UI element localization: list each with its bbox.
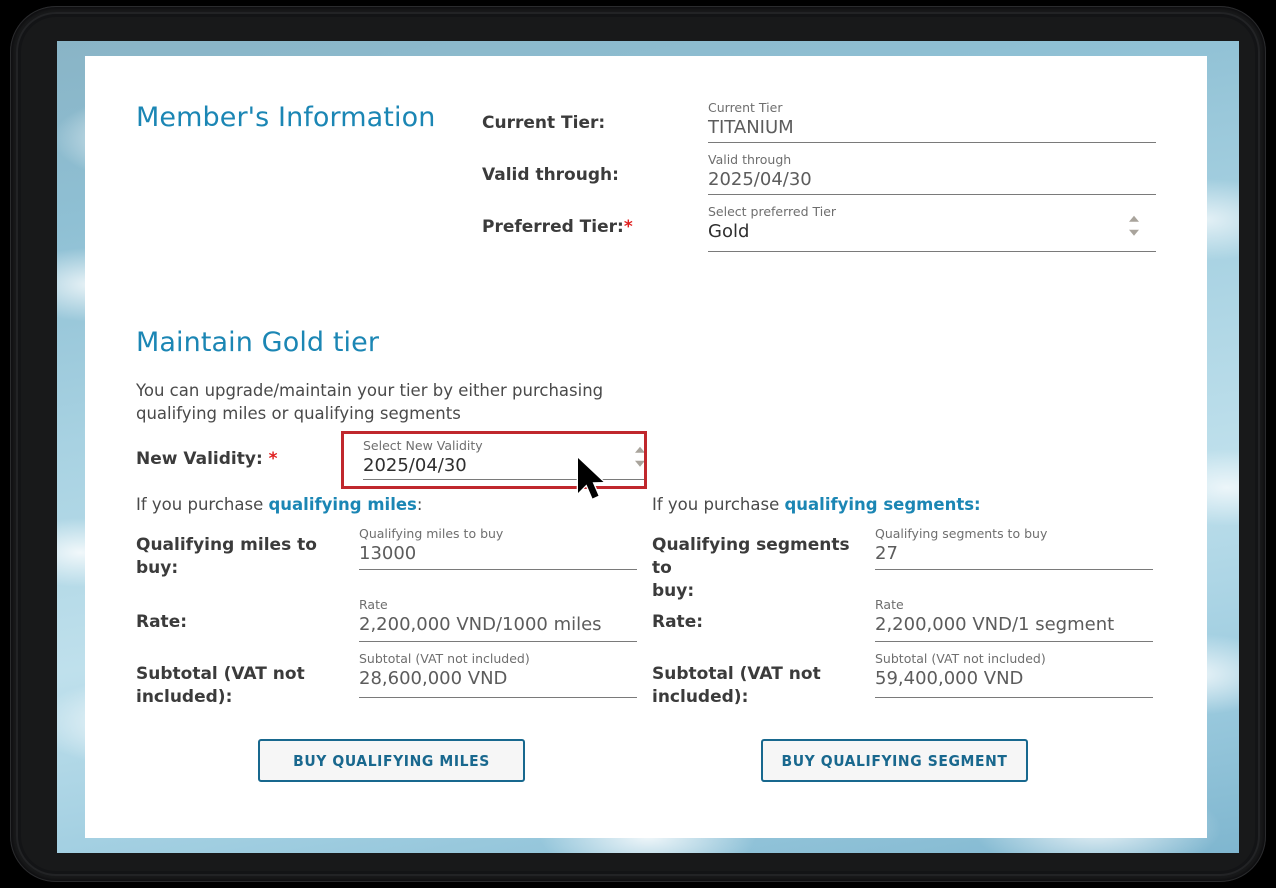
field-value-miles-subtotal: 28,600,000 VND (359, 667, 637, 691)
field-label-miles-subtotal: Subtotal (VAT not included) (359, 651, 637, 666)
tablet-screen: Member's Information Current Tier: Curre… (57, 41, 1239, 853)
field-value-qualifying-segments-to-buy: 27 (875, 542, 1153, 566)
field-segments-subtotal: Subtotal (VAT not included) 59,400,000 V… (875, 651, 1153, 698)
field-underline (708, 142, 1156, 143)
label-preferred-tier: Preferred Tier:* (482, 216, 633, 239)
field-qualifying-miles-to-buy[interactable]: Qualifying miles to buy 13000 (359, 526, 637, 570)
field-miles-subtotal: Subtotal (VAT not included) 28,600,000 V… (359, 651, 637, 698)
field-segments-rate: Rate 2,200,000 VND/1 segment (875, 597, 1153, 642)
spinner-updown-icon[interactable] (1129, 215, 1140, 237)
tablet-bezel: Member's Information Current Tier: Curre… (10, 6, 1266, 882)
required-asterisk: * (269, 449, 278, 469)
field-underline (875, 641, 1153, 642)
segments-intro-accent: qualifying segments: (784, 495, 980, 514)
label-new-validity: New Validity: * (136, 448, 278, 471)
field-label-miles-rate: Rate (359, 597, 637, 612)
new-validity-highlight-box (341, 431, 647, 489)
content-card: Member's Information Current Tier: Curre… (85, 56, 1207, 838)
label-miles-subtotal: Subtotal (VAT not included): (136, 663, 351, 709)
maintain-tier-heading: Maintain Gold tier (136, 327, 379, 358)
field-miles-rate: Rate 2,200,000 VND/1000 miles (359, 597, 637, 642)
label-line-2: buy: (136, 558, 178, 578)
field-underline (708, 251, 1156, 252)
field-underline (875, 569, 1153, 570)
field-value-segments-subtotal: 59,400,000 VND (875, 667, 1153, 691)
label-qualifying-segments-to-buy: Qualifying segments to buy: (652, 534, 872, 603)
field-current-tier: Current Tier TITANIUM (708, 100, 1156, 143)
field-value-valid-through: 2025/04/30 (708, 168, 1156, 192)
field-label-qualifying-segments-to-buy: Qualifying segments to buy (875, 526, 1153, 541)
buy-qualifying-miles-button[interactable]: BUY QUALIFYING MILES (258, 739, 525, 782)
field-label-segments-rate: Rate (875, 597, 1153, 612)
field-value-segments-rate: 2,200,000 VND/1 segment (875, 613, 1153, 637)
description-line-1: You can upgrade/maintain your tier by ei… (136, 381, 603, 400)
miles-intro-suffix: : (417, 495, 423, 514)
field-underline (359, 641, 637, 642)
label-current-tier: Current Tier: (482, 112, 605, 135)
label-line-1: Qualifying segments to (652, 535, 850, 578)
field-label-qualifying-miles-to-buy: Qualifying miles to buy (359, 526, 637, 541)
label-valid-through: Valid through: (482, 164, 619, 187)
label-line-1: Qualifying miles to (136, 535, 317, 555)
miles-intro-accent: qualifying miles (268, 495, 416, 514)
label-miles-rate: Rate: (136, 611, 187, 634)
select-preferred-tier[interactable]: Select preferred Tier Gold (708, 204, 1156, 252)
field-value-qualifying-miles-to-buy: 13000 (359, 542, 637, 566)
description-line-2: qualifying miles or qualifying segments (136, 404, 461, 423)
label-line-1: Subtotal (VAT not (652, 664, 821, 684)
field-valid-through: Valid through 2025/04/30 (708, 152, 1156, 195)
page-title: Member's Information (136, 102, 435, 133)
field-underline (708, 194, 1156, 195)
label-new-validity-text: New Validity: (136, 449, 263, 469)
miles-intro-prefix: If you purchase (136, 495, 268, 514)
label-segments-subtotal: Subtotal (VAT not included): (652, 663, 872, 709)
field-qualifying-segments-to-buy[interactable]: Qualifying segments to buy 27 (875, 526, 1153, 570)
miles-column-intro: If you purchase qualifying miles: (136, 493, 422, 516)
field-underline (875, 697, 1153, 698)
label-line-2: buy: (652, 581, 694, 601)
field-value-miles-rate: 2,200,000 VND/1000 miles (359, 613, 637, 637)
field-underline (359, 569, 637, 570)
segments-intro-prefix: If you purchase (652, 495, 784, 514)
segments-column-intro: If you purchase qualifying segments: (652, 493, 981, 516)
field-label-current-tier: Current Tier (708, 100, 1156, 115)
field-label-valid-through: Valid through (708, 152, 1156, 167)
field-value-current-tier: TITANIUM (708, 116, 1156, 140)
field-label-segments-subtotal: Subtotal (VAT not included) (875, 651, 1153, 666)
field-underline (359, 697, 637, 698)
label-preferred-tier-text: Preferred Tier: (482, 217, 624, 237)
field-label-preferred-tier: Select preferred Tier (708, 204, 1156, 219)
label-line-2: included): (136, 687, 232, 707)
field-value-preferred-tier: Gold (708, 220, 1156, 244)
buy-qualifying-segment-button[interactable]: BUY QUALIFYING SEGMENT (761, 739, 1028, 782)
label-line-2: included): (652, 687, 748, 707)
maintain-tier-description: You can upgrade/maintain your tier by ei… (136, 379, 656, 425)
label-qualifying-miles-to-buy: Qualifying miles to buy: (136, 534, 351, 580)
label-line-1: Subtotal (VAT not (136, 664, 305, 684)
label-segments-rate: Rate: (652, 611, 703, 634)
required-asterisk: * (624, 217, 633, 237)
